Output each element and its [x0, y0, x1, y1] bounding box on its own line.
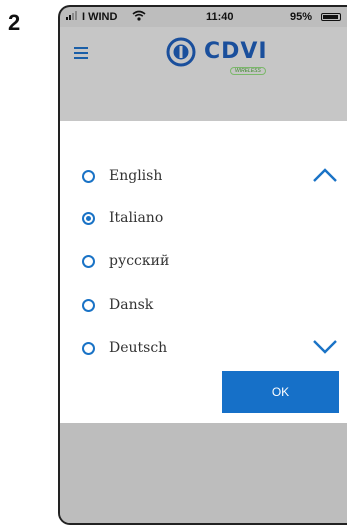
logo-text: CDVI: [204, 39, 268, 64]
phone-screen: I WIND 11:40 95% CDVI WIRELESS English I…: [58, 5, 347, 525]
radio-button[interactable]: [82, 341, 95, 355]
language-option-english[interactable]: English: [82, 165, 162, 187]
option-label: English: [109, 168, 163, 184]
battery-icon: [321, 13, 341, 21]
language-option-dansk[interactable]: Dansk: [82, 294, 153, 316]
radio-button[interactable]: [82, 254, 95, 268]
radio-button-checked[interactable]: [82, 211, 95, 225]
step-number: 2: [8, 10, 21, 35]
language-option-italiano[interactable]: Italiano: [82, 207, 163, 229]
hamburger-icon[interactable]: [74, 47, 88, 62]
logo-subtext: WIRELESS: [230, 67, 266, 75]
chevron-up-icon[interactable]: [312, 167, 338, 188]
cdvi-logo: CDVI WIRELESS: [158, 37, 278, 75]
option-label: русский: [109, 253, 170, 269]
clock: 11:40: [206, 11, 234, 23]
option-label: Dansk: [109, 297, 154, 313]
cdvi-emblem-icon: [166, 37, 196, 67]
wifi-icon: [132, 10, 146, 24]
chevron-down-icon[interactable]: [312, 339, 338, 360]
language-dialog: English Italiano русский Dansk Deutsch O…: [60, 121, 347, 423]
carrier-name: I WIND: [82, 11, 118, 23]
background-overlay: [60, 423, 347, 523]
ok-button[interactable]: OK: [222, 371, 339, 413]
language-option-russian[interactable]: русский: [82, 250, 169, 272]
language-option-deutsch[interactable]: Deutsch: [82, 337, 167, 359]
status-bar: I WIND 11:40 95%: [60, 7, 347, 27]
option-label: Deutsch: [109, 340, 168, 356]
radio-button[interactable]: [82, 298, 95, 312]
radio-button[interactable]: [82, 169, 95, 183]
header-overlay: [60, 83, 347, 121]
signal-icon: [66, 11, 77, 20]
battery-percent: 95%: [290, 11, 313, 23]
app-header: CDVI WIRELESS: [60, 27, 347, 83]
option-label: Italiano: [109, 210, 164, 226]
